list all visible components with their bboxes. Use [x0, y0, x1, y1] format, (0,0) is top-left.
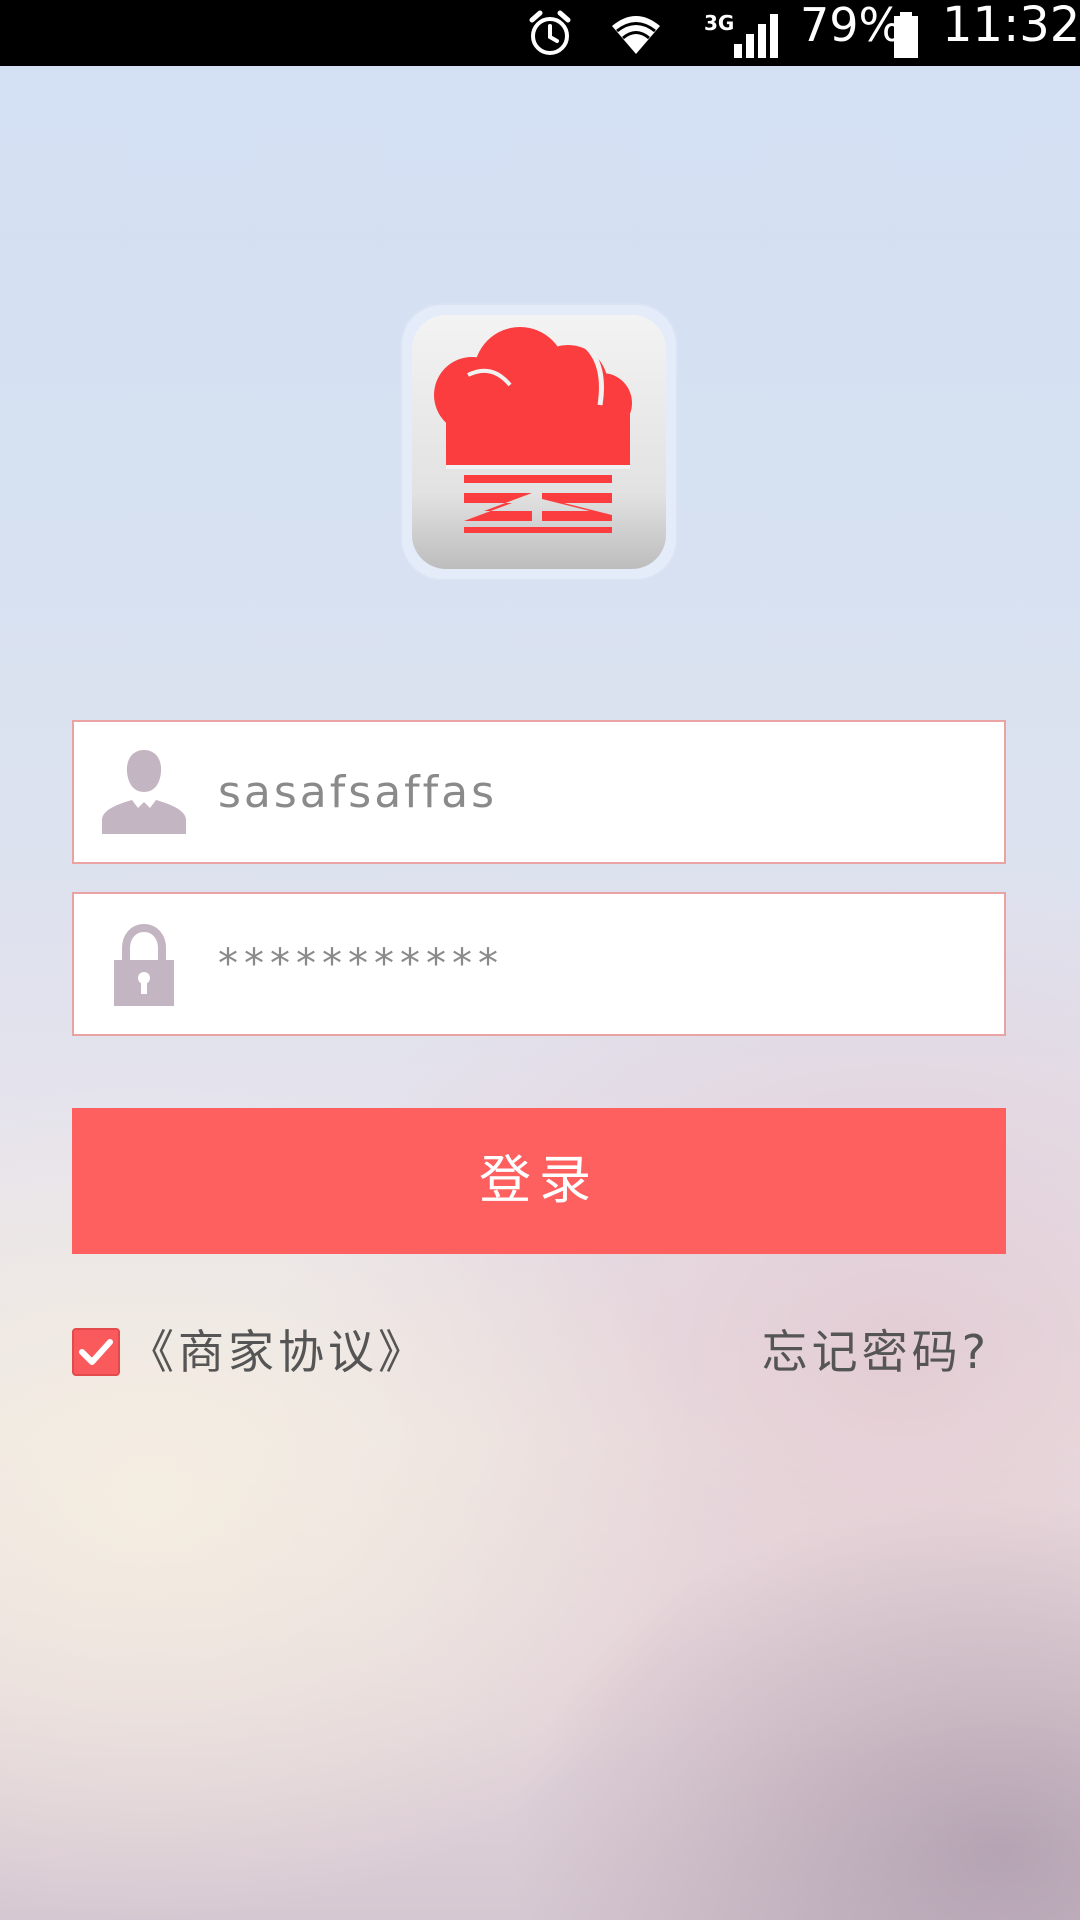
user-icon	[98, 746, 190, 838]
check-icon	[79, 1339, 113, 1365]
username-input[interactable]	[218, 722, 978, 862]
username-field[interactable]	[72, 720, 1006, 864]
login-screen: 3G 79% 11:32 sasafsaffas *********** 登录 …	[0, 0, 1080, 1920]
agreement-checkbox[interactable]	[72, 1328, 120, 1376]
wifi-icon	[606, 0, 666, 66]
signal-icon: 3G	[704, 0, 784, 66]
network-type-label: 3G	[704, 11, 734, 35]
battery-percentage: 79%	[800, 0, 903, 52]
password-input[interactable]	[218, 894, 978, 1034]
password-field[interactable]	[72, 892, 1006, 1036]
alarm-icon	[524, 0, 576, 66]
merchant-agreement-link[interactable]: 《商家协议》	[128, 1320, 428, 1384]
battery-icon	[892, 0, 920, 66]
chef-hat-icon	[412, 315, 666, 569]
app-logo	[402, 305, 676, 579]
login-button[interactable]: 登录	[72, 1108, 1006, 1254]
forgot-password-link[interactable]: 忘记密码?	[762, 1320, 990, 1384]
clock: 11:32	[942, 0, 1080, 53]
status-bar: 3G 79% 11:32	[0, 0, 1080, 66]
lock-icon	[98, 918, 190, 1010]
